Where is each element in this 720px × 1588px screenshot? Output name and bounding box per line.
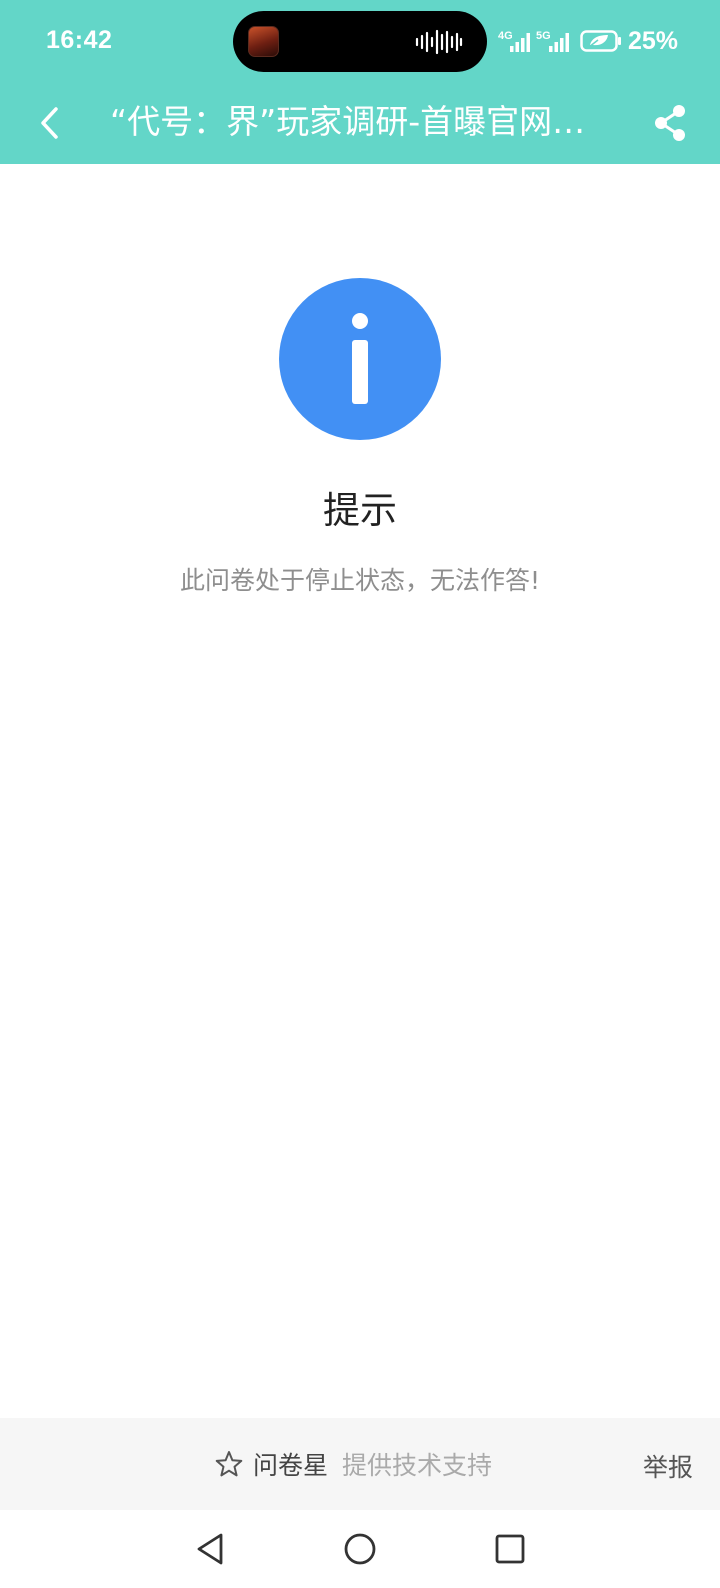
signal-5g-icon: 5G: [536, 30, 569, 52]
audio-wave-icon: [415, 29, 463, 55]
notice-message: 此问卷处于停止状态，无法作答!: [179, 566, 541, 595]
brand-name: 问卷星: [253, 1451, 329, 1480]
footer-brand[interactable]: 问卷星 提供技术支持: [215, 1418, 492, 1510]
share-icon: [655, 105, 685, 141]
network-2-label: 5G: [536, 30, 551, 42]
back-button[interactable]: [22, 95, 78, 151]
info-icon-dot: [352, 313, 368, 329]
app-header: “代号：界”玩家调研-首曝官网…: [0, 82, 720, 164]
triangle-back-icon: [197, 1533, 223, 1565]
footer: 问卷星 提供技术支持 举报: [0, 1418, 720, 1510]
battery-icon: [580, 30, 621, 52]
circle-home-icon: [344, 1533, 376, 1565]
report-link[interactable]: 举报: [643, 1448, 693, 1484]
signal-4g-icon: 4G: [498, 30, 530, 52]
notice-title: 提示: [323, 489, 397, 532]
info-icon: [279, 278, 441, 440]
nav-recent-button[interactable]: [482, 1521, 538, 1577]
star-outline-icon: [215, 1451, 243, 1477]
screen: 16:42 4G 5G 25% “代号：界”玩家调研-首曝官网… 提示 此问卷处…: [0, 0, 720, 1588]
status-time: 16:42: [46, 26, 113, 54]
nav-home-button[interactable]: [332, 1521, 388, 1577]
app-thumbnail-icon: [248, 26, 279, 57]
status-bar: 16:42 4G 5G 25%: [0, 0, 720, 82]
network-1-label: 4G: [498, 30, 513, 42]
battery-percent: 25%: [627, 27, 678, 55]
chevron-left-icon: [41, 107, 58, 139]
share-button[interactable]: [642, 95, 698, 151]
info-icon-bar: [352, 340, 368, 404]
system-nav-bar: [0, 1510, 720, 1588]
page-title: “代号：界”玩家调研-首曝官网…: [110, 102, 586, 141]
nav-back-button[interactable]: [182, 1521, 238, 1577]
square-recent-icon: [495, 1534, 525, 1564]
support-text: 提供技术支持: [342, 1451, 493, 1480]
dynamic-island[interactable]: [233, 11, 487, 72]
